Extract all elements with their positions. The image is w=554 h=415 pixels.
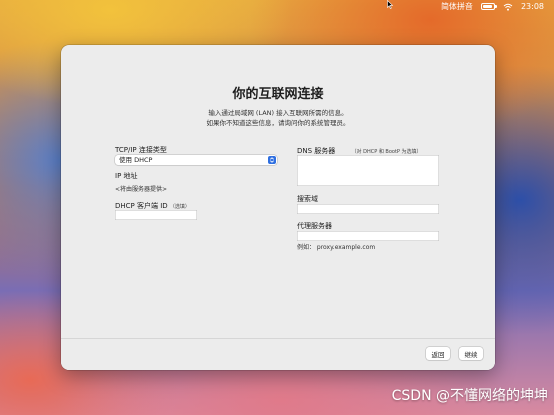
dialog-footer: 返回 继续 — [61, 338, 495, 370]
dns-servers-input[interactable] — [297, 155, 439, 186]
search-domains-input[interactable] — [297, 204, 439, 214]
dns-servers-label-text: DNS 服务器 — [297, 147, 336, 155]
ip-address-value: <将由服务器提供> — [115, 186, 168, 193]
clock[interactable]: 23:08 — [521, 2, 544, 11]
ip-address-label: IP 地址 — [115, 172, 138, 180]
search-domains-label: 搜索域 — [297, 195, 318, 203]
proxy-server-input[interactable] — [297, 231, 439, 241]
proxy-server-example: 例如： proxy.example.com — [297, 244, 376, 251]
dhcp-client-id-input[interactable] — [115, 210, 197, 220]
battery-icon[interactable] — [480, 3, 497, 10]
back-button[interactable]: 返回 — [426, 347, 450, 360]
tcpip-type-select[interactable]: 使用 DHCP — [115, 155, 277, 165]
tcpip-type-value: 使用 DHCP — [119, 156, 153, 164]
mouse-cursor-icon — [387, 0, 393, 9]
tcpip-type-label: TCP/IP 连接类型 — [115, 146, 167, 154]
description-line-1: 输入通过局域网 (LAN) 接入互联网所需的信息。 — [208, 109, 348, 117]
page-title: 你的互联网连接 — [232, 87, 324, 102]
description-line-2: 如果你不知道这些信息，请询问你的系统管理员。 — [206, 119, 350, 127]
menu-bar: 简体拼音 23:08 — [0, 0, 554, 13]
wifi-icon[interactable] — [503, 3, 513, 11]
page-description: 输入通过局域网 (LAN) 接入互联网所需的信息。 如果你不知道这些信息，请询问… — [61, 108, 495, 128]
dhcp-client-id-label-text: DHCP 客户端 ID — [115, 202, 168, 210]
continue-button[interactable]: 继续 — [459, 347, 483, 360]
chevron-updown-icon — [268, 156, 276, 164]
input-source-menu[interactable]: 简体拼音 — [441, 1, 473, 12]
network-setup-window: 你的互联网连接 输入通过局域网 (LAN) 接入互联网所需的信息。 如果你不知道… — [61, 45, 495, 370]
proxy-server-label: 代理服务器 — [297, 222, 332, 230]
watermark-text: CSDN @不懂网络的坤坤 — [391, 388, 548, 404]
